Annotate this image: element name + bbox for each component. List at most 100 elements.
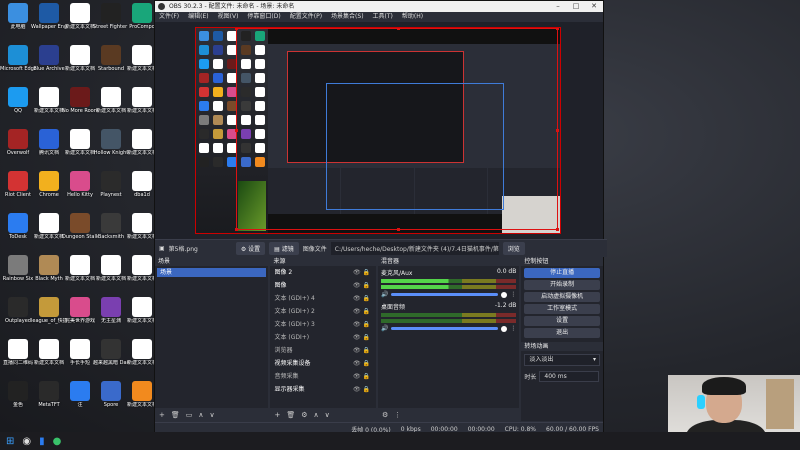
slider-knob[interactable]: [501, 325, 508, 332]
source-item[interactable]: 图像 👁 🔒: [270, 279, 376, 292]
visibility-lock-icons[interactable]: 👁 🔒: [353, 357, 370, 370]
app-icon: [132, 381, 152, 401]
app-icon: [101, 129, 121, 149]
app-icon: [8, 339, 28, 359]
scene-filter-icon[interactable]: ▭: [186, 411, 193, 419]
control-button[interactable]: 设置: [524, 316, 600, 326]
source-item[interactable]: 视频采集设备 👁 🔒: [270, 357, 376, 370]
visibility-lock-icons[interactable]: 👁 🔒: [353, 318, 370, 331]
mixer-dock: 混音器 麦克风/Aux 0.0 dB 🔊 ⋮ 桌面音频 -1.2 dB 🔊 ⋮ ⚙ ⋮: [378, 257, 520, 421]
app-icon: [101, 171, 121, 191]
app-icon: [70, 255, 90, 275]
preview-canvas[interactable]: [195, 27, 561, 234]
app-icon: [8, 381, 28, 401]
control-button[interactable]: 开始录制: [524, 280, 600, 290]
visibility-lock-icons[interactable]: 👁 🔒: [353, 370, 370, 383]
obs-taskbar-icon[interactable]: ◉: [22, 436, 31, 447]
maximize-icon[interactable]: □: [567, 1, 585, 12]
menu-item[interactable]: 停靠窗口(D): [247, 12, 280, 22]
close-icon[interactable]: ✕: [585, 1, 603, 12]
menu-item[interactable]: 工具(T): [373, 12, 393, 22]
volume-slider[interactable]: [391, 327, 499, 330]
source-item[interactable]: 显示器采集 👁 🔒: [270, 383, 376, 396]
menu-item[interactable]: 配置文件(P): [290, 12, 322, 22]
visibility-lock-icons[interactable]: 👁 🔒: [353, 305, 370, 318]
add-icon[interactable]: +: [274, 411, 280, 419]
source-settings-button[interactable]: ⚙ 设置: [235, 242, 266, 255]
add-icon[interactable]: +: [159, 411, 165, 419]
app-icon: [39, 87, 59, 107]
mixer-track: 桌面音频 -1.2 dB 🔊 ⋮: [381, 302, 517, 332]
app-icon: [101, 381, 121, 401]
app-icon: [70, 213, 90, 233]
control-button[interactable]: 停止直播: [524, 268, 600, 278]
app-icon: [70, 3, 90, 23]
app-icon: [39, 3, 59, 23]
duration-field[interactable]: 400 ms: [539, 371, 600, 382]
obs-titlebar[interactable]: OBS 30.2.3 - 配置文件: 未命名 - 场景: 未命名 – □ ✕: [155, 1, 603, 12]
headset: [697, 395, 705, 409]
chat-taskbar-icon[interactable]: ●: [53, 436, 62, 447]
app-icon: [39, 171, 59, 191]
app-icon: [132, 255, 152, 275]
app-icon: [8, 87, 28, 107]
app-icon: [132, 339, 152, 359]
transition-select[interactable]: 淡入淡出: [524, 354, 600, 366]
volume-slider[interactable]: [391, 293, 499, 296]
menu-item[interactable]: 视图(V): [218, 12, 239, 22]
transitions-title: 转场动画: [521, 342, 603, 351]
trash-icon[interactable]: 🗑: [171, 411, 180, 419]
visibility-lock-icons[interactable]: 👁 🔒: [353, 331, 370, 344]
mixer-track: 麦克风/Aux 0.0 dB 🔊 ⋮: [381, 268, 517, 298]
speaker-icon[interactable]: 🔊: [381, 325, 388, 332]
source-item[interactable]: 文本 (GDI+) 3 👁 🔒: [270, 318, 376, 331]
kebab-icon[interactable]: ⋮: [394, 411, 401, 419]
down-icon[interactable]: ∨: [210, 411, 215, 419]
trash-icon[interactable]: 🗑: [286, 411, 295, 419]
kebab-icon[interactable]: ⋮: [510, 291, 516, 298]
source-item[interactable]: 文本 (GDI+) 2 👁 🔒: [270, 305, 376, 318]
image-path-field[interactable]: C:/Users/heche/Desktop/新建文件夹 (4)/7.4日猫机事…: [330, 242, 499, 255]
image-file-label: 图像文件: [302, 246, 327, 253]
app-icon: [101, 339, 121, 359]
preview-area[interactable]: [155, 22, 603, 239]
gear-icon[interactable]: ⚙: [301, 411, 307, 419]
app-taskbar-icon[interactable]: ▮: [39, 436, 45, 447]
controls-dock: 控制按钮 停止直播 开始录制 启动虚拟摄像机 工作室模式 设置 退出 转场动画 淡入淡出 …: [521, 257, 603, 421]
menu-item[interactable]: 编辑(E): [188, 12, 208, 22]
up-icon[interactable]: ∧: [314, 411, 319, 419]
speaker-icon[interactable]: 🔊: [381, 291, 388, 298]
source-item[interactable]: 图像 2 👁 🔒: [270, 266, 376, 279]
selected-source-name: 第5格.png: [168, 246, 198, 253]
source-filters-button[interactable]: ▤ 滤镜: [269, 242, 299, 255]
menu-item[interactable]: 帮助(H): [402, 12, 423, 22]
minimize-icon[interactable]: –: [549, 1, 567, 12]
visibility-lock-icons[interactable]: 👁 🔒: [353, 383, 370, 396]
control-button[interactable]: 工作室模式: [524, 304, 600, 314]
visibility-lock-icons[interactable]: 👁 🔒: [353, 292, 370, 305]
kebab-icon[interactable]: ⋮: [510, 325, 516, 332]
audio-meter: [381, 279, 517, 283]
visibility-lock-icons[interactable]: 👁 🔒: [353, 266, 370, 279]
up-icon[interactable]: ∧: [198, 411, 203, 419]
mixer-title: 混音器: [378, 257, 520, 266]
browse-button[interactable]: 浏览: [502, 242, 525, 255]
menu-item[interactable]: 文件(F): [159, 12, 179, 22]
menu-item[interactable]: 场景集合(S): [331, 12, 364, 22]
visibility-lock-icons[interactable]: 👁 🔒: [353, 344, 370, 357]
source-item[interactable]: 文本 (GDI+) 4 👁 🔒: [270, 292, 376, 305]
source-item[interactable]: 文本 (GDI+) 👁 🔒: [270, 331, 376, 344]
visibility-lock-icons[interactable]: 👁 🔒: [353, 279, 370, 292]
source-item[interactable]: 浏览器 👁 🔒: [270, 344, 376, 357]
control-button[interactable]: 启动虚拟摄像机: [524, 292, 600, 302]
windows-start-icon[interactable]: ⊞: [6, 436, 14, 447]
control-button[interactable]: 退出: [524, 328, 600, 338]
audio-meter: [381, 313, 517, 317]
app-icon: [70, 45, 90, 65]
app-icon: [70, 171, 90, 191]
slider-knob[interactable]: [501, 291, 508, 298]
scene-item[interactable]: 场景: [157, 268, 267, 277]
source-item[interactable]: 音频采集 👁 🔒: [270, 370, 376, 383]
gear-icon[interactable]: ⚙: [382, 411, 388, 419]
down-icon[interactable]: ∨: [325, 411, 330, 419]
